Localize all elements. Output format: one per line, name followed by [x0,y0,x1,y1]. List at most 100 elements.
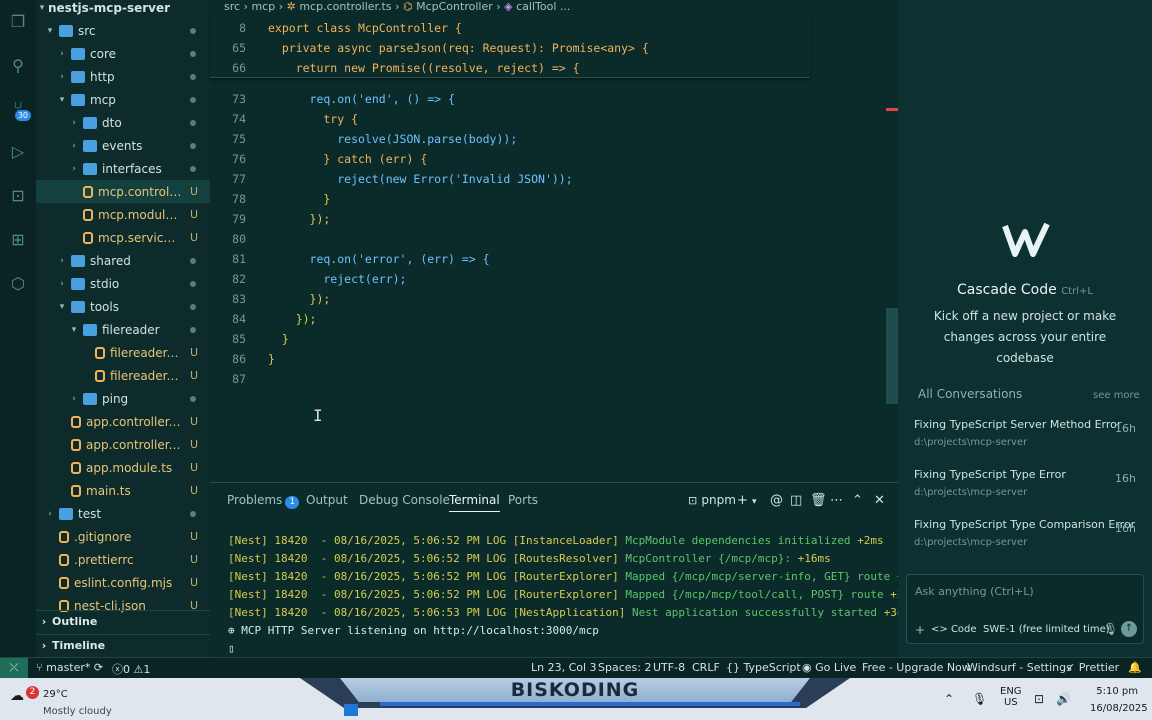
timeline-section[interactable]: › Timeline [36,634,210,656]
split-terminal-icon[interactable]: ◫ [790,493,802,508]
source-control-icon[interactable]: ⑂ 30 [0,90,36,124]
git-status-dot [190,395,196,402]
breadcrumb-item[interactable]: mcp.controller.ts [299,0,391,13]
mode-selector[interactable]: <> Code [931,624,977,635]
volume-icon[interactable]: 🔊 [1056,692,1071,706]
prettier-status[interactable]: ✓ Prettier [1066,661,1119,674]
windows-start-icon[interactable] [344,704,358,716]
microphone-icon[interactable]: 🎙 [972,692,987,706]
chat-input[interactable]: Ask anything (Ctrl+L) [915,585,1034,598]
weather-temp[interactable]: 29°C [43,689,68,700]
breadcrumb-item[interactable]: callTool [516,0,556,13]
folder-item[interactable]: › core [36,42,210,65]
folder-item[interactable]: › test [36,502,210,525]
weather-desc[interactable]: Mostly cloudy [43,706,112,717]
remote-status-icon[interactable]: ⤫ [0,658,28,678]
model-selector[interactable]: SWE-1 (free limited time) [983,624,1110,635]
breadcrumb-item[interactable]: src [224,0,240,13]
microphone-icon[interactable]: 🎙 [1103,622,1118,636]
language-status[interactable]: {} TypeScript [726,661,801,674]
folder-item[interactable]: ▾ tools [36,295,210,318]
see-more-link[interactable]: see more [1093,390,1140,401]
tab-problems[interactable]: Problems 1 [227,493,300,509]
folder-item[interactable]: › http [36,65,210,88]
editor-scrollbar[interactable] [886,308,898,404]
language-primary: ENG [1000,686,1022,697]
file-item[interactable]: mcp.module.ts U [36,203,210,226]
tree-item-label: stdio [90,276,120,291]
more-icon[interactable]: ⋯ [830,493,843,508]
file-item[interactable]: .gitignore U [36,525,210,548]
folder-item[interactable]: › dto [36,111,210,134]
file-item[interactable]: filereader.mod... U [36,341,210,364]
code-line: 74 try { [210,109,810,129]
tab-debug-console[interactable]: Debug Console [359,493,450,507]
tab-ports[interactable]: Ports [508,493,538,507]
tree-item-label: test [78,506,102,521]
close-icon[interactable]: ✕ [874,493,885,508]
go-live-button[interactable]: ◉ Go Live [802,661,856,674]
chat-input-box[interactable]: Ask anything (Ctrl+L) + <> Code SWE-1 (f… [906,574,1144,644]
folder-item[interactable]: › interfaces [36,157,210,180]
send-button[interactable]: ↑ [1121,621,1137,637]
conversation-item[interactable]: Fixing TypeScript Server Method Error d:… [914,418,1140,464]
file-item[interactable]: .prettierrc U [36,548,210,571]
folder-item[interactable]: › shared [36,249,210,272]
code-editor[interactable]: src › mcp › ✲ mcp.controller.ts › ⌬ McpC… [210,0,1090,482]
search-icon[interactable]: ⚲ [0,48,36,82]
at-icon[interactable]: @ [770,493,783,508]
containers-icon[interactable]: ⬡ [0,266,36,300]
network-icon[interactable]: ⊡ [1034,692,1044,706]
upgrade-button[interactable]: Free - Upgrade Now [862,661,971,674]
file-item[interactable]: app.module.ts U [36,456,210,479]
indent-status[interactable]: Spaces: 2 [598,661,651,674]
folder-item[interactable]: ▾ src [36,19,210,42]
breadcrumb-item[interactable]: mcp [251,0,275,13]
explorer-root[interactable]: ▾ nestjs-mcp-server [36,0,210,19]
language-indicator[interactable]: ENG US [1000,686,1022,708]
tree-item-label: mcp [90,92,116,107]
file-item[interactable]: mcp.controller.ts U [36,180,210,203]
outline-section[interactable]: › Outline [36,610,210,632]
bell-icon[interactable]: 🔔 [1128,661,1142,674]
breadcrumb-item[interactable]: McpController [416,0,493,13]
chevron-right-icon: › [48,508,52,519]
windsurf-settings[interactable]: Windsurf - Settings [967,661,1072,674]
new-terminal-button[interactable]: + [737,493,748,508]
eol-status[interactable]: CRLF [692,661,720,674]
file-item[interactable]: main.ts U [36,479,210,502]
run-debug-icon[interactable]: ▷ [0,134,36,168]
code-text: req.on('end', () => { [268,92,455,106]
maximize-panel-icon[interactable]: ⌃ [852,493,863,508]
add-context-button[interactable]: + [915,623,925,637]
chevron-up-icon[interactable]: ⌃ [944,692,954,706]
folder-item[interactable]: ▾ filereader [36,318,210,341]
problems-status[interactable]: ⓧ0 ⚠1 [112,661,150,677]
terminal-shell-selector[interactable]: ⊡ pnpm [688,493,736,508]
tree-item-label: app.module.ts [86,460,173,475]
clock[interactable]: 5:10 pm 16/08/2025 [1090,686,1148,714]
cursor-position[interactable]: Ln 23, Col 3 [531,661,597,674]
file-item[interactable]: app.controller.spe... U [36,410,210,433]
file-item[interactable]: eslint.config.mjs U [36,571,210,594]
remote-icon[interactable]: ⊡ [0,178,36,212]
encoding-status[interactable]: UTF-8 [653,661,685,674]
trash-icon[interactable]: 🗑 [810,493,827,508]
file-item[interactable]: filereader.servic... U [36,364,210,387]
branch-status[interactable]: ⑂ master* ⟳ [36,661,103,674]
folder-item[interactable]: › stdio [36,272,210,295]
tab-terminal[interactable]: Terminal [449,493,500,512]
extensions-icon[interactable]: ⊞ [0,222,36,256]
tab-output[interactable]: Output [306,493,348,507]
conversation-item[interactable]: Fixing TypeScript Type Error d:\projects… [914,468,1140,514]
breadcrumb-item[interactable]: ... [560,0,571,13]
explorer-icon[interactable]: ❐ [0,4,36,38]
chevron-down-icon[interactable]: ▾ [752,497,757,507]
git-status-badge: U [189,461,198,474]
folder-item[interactable]: › ping [36,387,210,410]
folder-item[interactable]: ▾ mcp [36,88,210,111]
folder-item[interactable]: › events [36,134,210,157]
file-item[interactable]: app.controller.ts U [36,433,210,456]
conversation-item[interactable]: Fixing TypeScript Type Comparison Error … [914,518,1140,564]
file-item[interactable]: mcp.service.ts U [36,226,210,249]
